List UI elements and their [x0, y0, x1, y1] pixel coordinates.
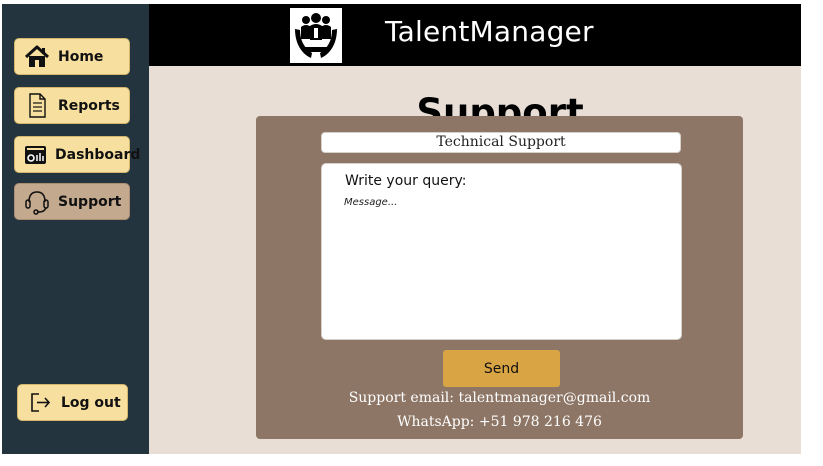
sidebar-item-label: Reports: [58, 97, 120, 114]
dashboard-icon: [23, 141, 48, 169]
talent-manager-app: Home Reports Dashboard Support Log out T…: [0, 0, 823, 466]
support-page: Support Technical Support Write your que…: [149, 66, 801, 454]
talent-manager-logo: [290, 8, 342, 63]
support-form-card: Technical Support Write your query: Send…: [256, 116, 743, 439]
logout-label: Log out: [61, 394, 121, 411]
app-title: TalentManager: [385, 15, 594, 48]
top-header: TalentManager: [149, 4, 801, 66]
query-container: Write your query:: [321, 163, 682, 340]
support-whatsapp: WhatsApp: +51 978 216 476: [397, 414, 602, 430]
sidebar-item-home[interactable]: Home: [14, 38, 130, 75]
message-input[interactable]: [344, 197, 659, 322]
sidebar-item-label: Support: [58, 193, 122, 210]
sidebar: Home Reports Dashboard Support Log out: [2, 4, 149, 454]
home-icon: [23, 43, 51, 71]
logout-icon: [26, 389, 54, 417]
sidebar-item-label: Home: [58, 48, 104, 65]
sidebar-item-reports[interactable]: Reports: [14, 87, 130, 124]
headset-icon: [23, 188, 51, 216]
query-label: Write your query:: [345, 173, 467, 189]
send-button[interactable]: Send: [443, 350, 560, 387]
support-email: Support email: talentmanager@gmail.com: [348, 390, 651, 406]
support-subject-field[interactable]: Technical Support: [321, 132, 681, 153]
sidebar-item-dashboard[interactable]: Dashboard: [14, 136, 140, 173]
sidebar-item-label: Dashboard: [55, 146, 141, 163]
logout-button[interactable]: Log out: [17, 384, 128, 421]
team-hands-icon: [295, 12, 337, 58]
sidebar-item-support[interactable]: Support: [14, 183, 130, 220]
document-icon: [23, 92, 51, 120]
